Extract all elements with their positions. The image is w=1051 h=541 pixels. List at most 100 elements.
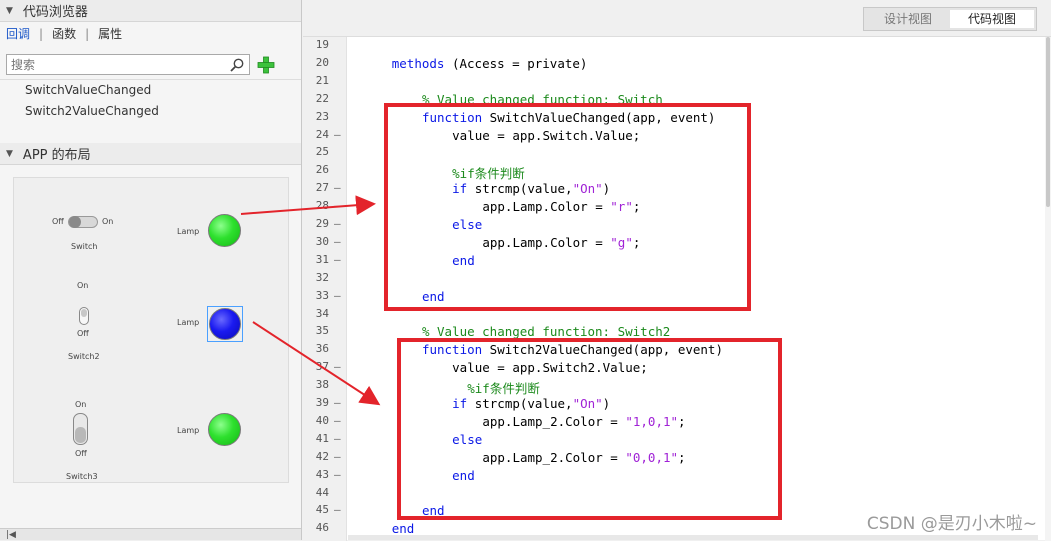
line-number: 21 — [315, 73, 329, 87]
line-number: 41 — [315, 431, 329, 445]
rocker-knob — [81, 309, 87, 317]
line-number: 34 — [315, 306, 329, 320]
switch3-off-label: Off — [75, 449, 87, 458]
breakpoint-marker[interactable]: – — [334, 468, 341, 481]
list-item[interactable]: Switch2ValueChanged — [0, 101, 301, 122]
editor-horizontal-scrollbar[interactable] — [348, 535, 1038, 540]
tab-callbacks[interactable]: 回调 — [6, 25, 30, 42]
line-number: 36 — [315, 342, 329, 356]
code-area[interactable]: methods (Access = private)% Value change… — [348, 37, 1051, 541]
code-browser-tabs: 回调 | 函数 | 属性 — [6, 25, 122, 42]
line-number: 31 — [315, 252, 329, 266]
line-number: 42 — [315, 449, 329, 463]
line-number: 39 — [315, 396, 329, 409]
code-view-button[interactable]: 代码视图 — [949, 10, 1034, 28]
switch3-name: Switch3 — [66, 472, 98, 481]
line-number: 37 — [315, 360, 329, 374]
lamp2-label: Lamp — [177, 318, 200, 327]
rocker-knob — [75, 427, 86, 443]
scroll-left-icon[interactable]: |◀ — [6, 530, 16, 540]
search-box[interactable] — [6, 54, 250, 75]
line-number: 26 — [315, 163, 329, 177]
line-number: 44 — [315, 485, 329, 499]
breakpoint-marker[interactable]: – — [334, 217, 341, 230]
code-editor[interactable]: 19 20 21 22 23 24–25 26 27–28–29–30–31–32 33–34 3… — [303, 36, 1051, 541]
watermark: CSDN @是刃小木啦~ — [866, 514, 1037, 534]
switch2-on-label: On — [77, 281, 89, 290]
switch1-on-label: On — [102, 217, 114, 226]
right-panel: 设计视图 代码视图 19 20 21 22 23 24–25 26 27–28–29–30–3… — [303, 0, 1051, 541]
code-browser-title: 代码浏览器 — [22, 5, 88, 20]
line-number: 23 — [315, 109, 329, 123]
switch1-name: Switch — [71, 242, 98, 251]
vertical-scrollbar[interactable] — [1045, 37, 1051, 541]
line-number: 20 — [315, 55, 329, 69]
app-layout-title: APP 的布局 — [22, 148, 91, 163]
view-toggle: 设计视图 代码视图 — [862, 7, 1037, 31]
breakpoint-marker[interactable]: – — [334, 128, 341, 141]
design-view-button[interactable]: 设计视图 — [866, 10, 950, 28]
scroll-thumb[interactable] — [1046, 37, 1050, 207]
lamp1-label: Lamp — [177, 227, 200, 236]
horizontal-scrollbar[interactable]: |◀ — [0, 528, 301, 540]
line-number: 32 — [315, 270, 329, 284]
left-panel: ▼ 代码浏览器 回调 | 函数 | 属性 SwitchValueChanged … — [0, 0, 302, 540]
line-number: 38 — [315, 378, 329, 392]
lamp-green-1[interactable] — [208, 214, 241, 247]
add-callback-plus-icon[interactable] — [256, 55, 276, 75]
tab-separator: | — [39, 26, 44, 41]
search-input[interactable] — [11, 57, 229, 72]
line-number: 22 — [315, 91, 329, 105]
breakpoint-marker[interactable]: – — [334, 235, 341, 248]
lamp3-label: Lamp — [177, 426, 200, 435]
line-number: 25 — [315, 145, 329, 159]
line-number: 45 — [315, 503, 329, 517]
line-number: 40 — [315, 413, 329, 427]
line-number: 35 — [315, 324, 329, 338]
app-layout-header[interactable]: ▼ APP 的布局 — [0, 143, 301, 165]
line-number: 33 — [315, 288, 329, 302]
switch2-name: Switch2 — [68, 352, 100, 361]
line-number: 24 — [315, 127, 329, 141]
breakpoint-marker[interactable]: – — [334, 396, 341, 409]
highlight-box-switch-callback — [384, 103, 751, 311]
line-number: 43 — [315, 467, 329, 481]
line-number: 27 — [315, 181, 329, 195]
line-number: 30 — [315, 234, 329, 248]
switch2-off-label: Off — [77, 329, 89, 338]
breakpoint-marker[interactable]: – — [334, 414, 341, 427]
rocker-switch[interactable] — [79, 307, 89, 325]
callback-list: SwitchValueChanged Switch2ValueChanged — [0, 79, 301, 122]
line-number: 28 — [315, 199, 329, 213]
highlight-box-switch2-callback — [397, 338, 782, 520]
breakpoint-marker[interactable]: – — [334, 199, 341, 212]
breakpoint-marker[interactable]: – — [334, 503, 341, 516]
breakpoint-marker[interactable]: – — [334, 432, 341, 445]
code-line[interactable]: methods (Access = private) — [392, 56, 588, 71]
line-number: 46 — [315, 521, 329, 535]
app-layout-preview: Off On Switch Lamp On Off Switch2 Lamp O… — [13, 177, 289, 483]
breakpoint-marker[interactable]: – — [334, 450, 341, 463]
search-icon[interactable] — [229, 57, 245, 73]
breakpoint-marker[interactable]: – — [334, 360, 341, 373]
toggle-switch[interactable] — [68, 216, 98, 228]
breakpoint-marker[interactable]: – — [334, 181, 341, 194]
collapse-triangle-icon[interactable]: ▼ — [6, 149, 13, 159]
collapse-triangle-icon[interactable]: ▼ — [6, 6, 13, 16]
tab-functions[interactable]: 函数 — [52, 25, 76, 42]
list-item[interactable]: SwitchValueChanged — [0, 80, 301, 101]
code-browser-header[interactable]: ▼ 代码浏览器 — [0, 0, 301, 22]
tab-separator: | — [85, 26, 90, 41]
line-number: 29 — [315, 217, 329, 230]
breakpoint-marker[interactable]: – — [334, 253, 341, 266]
rocker-switch[interactable] — [73, 413, 88, 445]
switch3-on-label: On — [75, 400, 87, 409]
lamp-green-3[interactable] — [208, 413, 241, 446]
toggle-knob — [69, 216, 81, 228]
switch1-off-label: Off — [52, 217, 64, 226]
lamp-blue-2[interactable] — [209, 308, 241, 340]
tab-properties[interactable]: 属性 — [98, 25, 122, 42]
line-number-gutter: 19 20 21 22 23 24–25 26 27–28–29–30–31–32 33–34 3… — [303, 37, 347, 541]
line-number: 19 — [315, 38, 329, 51]
breakpoint-marker[interactable]: – — [334, 289, 341, 302]
